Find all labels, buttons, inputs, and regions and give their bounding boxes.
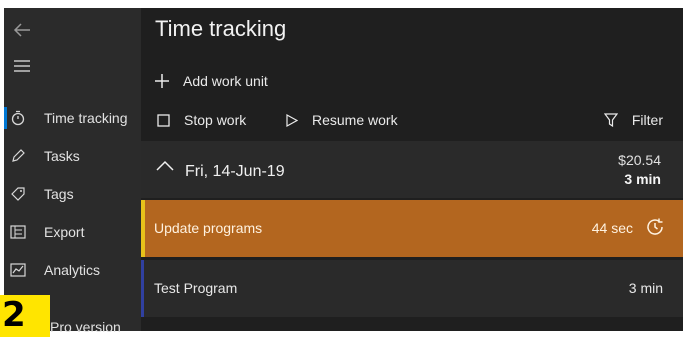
group-money: $20.54	[618, 152, 661, 168]
pen-icon	[10, 148, 26, 164]
tag-icon	[10, 186, 26, 202]
sidebar-item-export[interactable]: Export	[4, 219, 141, 245]
filter-funnel-icon	[603, 113, 618, 127]
stopwatch-icon	[10, 110, 26, 126]
stop-work-button[interactable]: Stop work	[157, 112, 246, 128]
play-icon	[286, 113, 298, 127]
export-icon	[10, 225, 26, 239]
sidebar-item-label: Tags	[44, 186, 74, 202]
page-title: Time tracking	[155, 16, 287, 41]
sidebar-item-analytics[interactable]: Analytics	[4, 257, 141, 283]
sidebar-item-tasks[interactable]: Tasks	[4, 143, 141, 169]
hamburger-icon[interactable]	[14, 60, 30, 72]
chevron-up-icon[interactable]	[156, 159, 174, 177]
sidebar-item-label: Time tracking	[44, 110, 128, 126]
sidebar-item-tags[interactable]: Tags	[4, 181, 141, 207]
stop-work-label: Stop work	[184, 112, 247, 128]
back-arrow-icon[interactable]	[13, 22, 33, 42]
stop-square-icon	[157, 113, 170, 127]
running-timer-icon[interactable]	[645, 217, 665, 242]
step-number-badge: 2	[0, 295, 50, 337]
sidebar-item-label: Tasks	[44, 148, 80, 164]
sidebar-item-label: Export	[44, 224, 85, 240]
entry-name: Update programs	[154, 220, 263, 236]
entry-duration: 44 sec	[591, 220, 633, 236]
filter-label: Filter	[631, 112, 663, 128]
time-entry-row[interactable]: Test Program 3 min	[141, 260, 683, 317]
sidebar-item-time-tracking[interactable]: Time tracking	[4, 105, 141, 131]
entry-duration: 3 min	[628, 280, 663, 296]
time-entry-row-active[interactable]: Update programs 44 sec	[141, 200, 683, 257]
plus-icon	[155, 74, 169, 88]
add-work-unit-button[interactable]: Add work unit	[155, 73, 268, 89]
app-window: Time tracking Tasks Tags Export Analytic	[4, 8, 683, 331]
sidebar-item-label: Analytics	[44, 262, 101, 278]
chart-icon	[10, 263, 26, 277]
group-total-duration: 3 min	[624, 171, 661, 187]
group-date: Fri, 14-Jun-19	[185, 163, 285, 180]
main-panel: Time tracking Add work unit Stop work Re…	[141, 8, 683, 331]
date-group-header[interactable]: Fri, 14-Jun-19 $20.54 3 min	[141, 141, 683, 198]
resume-work-label: Resume work	[312, 112, 398, 128]
add-work-unit-label: Add work unit	[183, 73, 268, 89]
resume-work-button[interactable]: Resume work	[286, 112, 398, 128]
entry-name: Test Program	[154, 280, 238, 296]
filter-button[interactable]: Filter	[603, 112, 663, 128]
sidebar-item-pro-version[interactable]: Pro version	[50, 319, 121, 335]
sidebar: Time tracking Tasks Tags Export Analytic	[4, 8, 141, 331]
